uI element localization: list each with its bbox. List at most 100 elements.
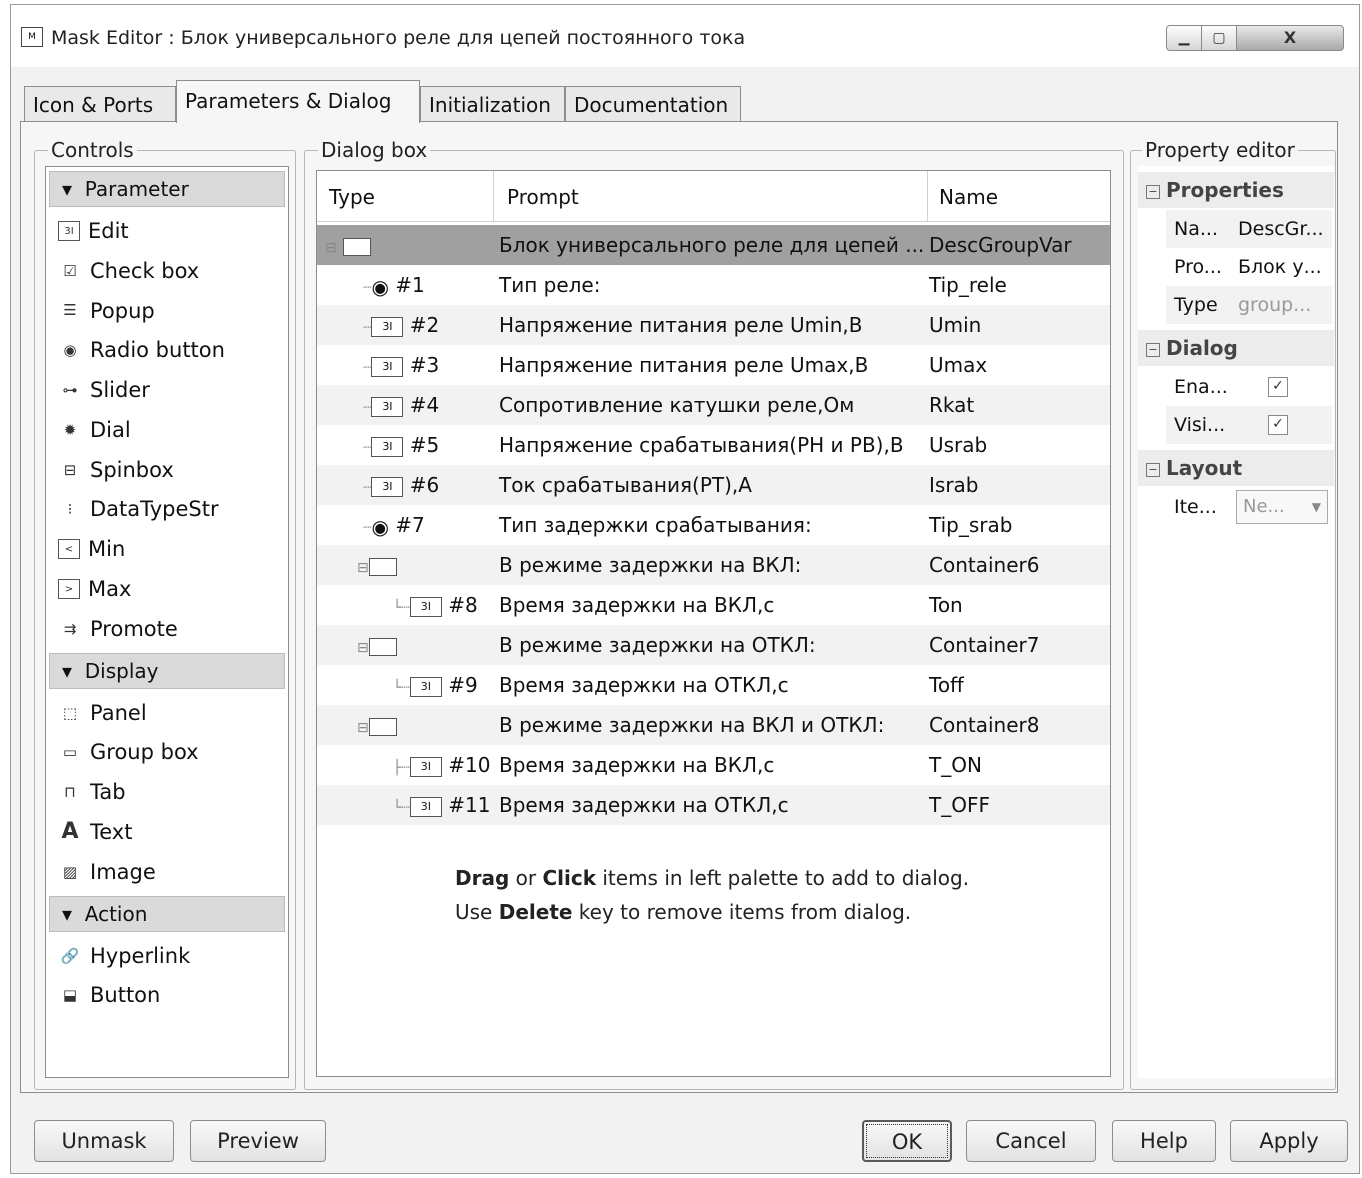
palette-button-label: Button <box>90 983 161 1008</box>
row-name: Container6 <box>929 553 1040 577</box>
row-name: Container8 <box>929 713 1040 737</box>
tree-row[interactable]: ┈ 3I #5 Напряжение срабатывания(РН и РВ),… <box>317 425 1110 465</box>
tree-row[interactable]: ┈ 3I #4 Сопротивление катушки реле,Ом Rka… <box>317 385 1110 425</box>
tab-parameters-dialog[interactable]: Parameters & Dialog <box>176 80 420 123</box>
tab-icon-ports[interactable]: Icon & Ports <box>24 86 176 122</box>
property-row[interactable]: Type group... <box>1166 286 1332 324</box>
palette-max[interactable]: > Max <box>46 569 288 609</box>
tree-row[interactable]: └┈ 3I #9 Время задержки на ОТКЛ,с Toff <box>317 665 1110 705</box>
section-action[interactable]: ▾ Action <box>49 895 285 932</box>
min-icon: < <box>58 539 80 560</box>
palette-hyperlink[interactable]: 🔗 Hyperlink <box>46 936 288 976</box>
ok-button[interactable]: OK <box>862 1120 952 1162</box>
properties-header: Properties <box>1166 178 1284 202</box>
tree-row[interactable]: ⊟ Блок универсального реле для цепей ...… <box>317 225 1110 265</box>
palette-radio-button[interactable]: ◉ Radio button <box>46 330 288 370</box>
close-button[interactable]: X <box>1236 25 1344 51</box>
tab-documentation[interactable]: Documentation <box>565 86 741 122</box>
tree-row[interactable]: └┈ 3I #8 Время задержки на ВКЛ,с Ton <box>317 585 1110 625</box>
tree-row[interactable]: ┈◉ #7 Тип задержки срабатывания: Tip_sra… <box>317 505 1110 545</box>
property-row[interactable]: Pro... Блок у... <box>1166 248 1332 286</box>
palette-tab-label: Tab <box>90 780 126 805</box>
palette-check-box[interactable]: ☑ Check box <box>46 251 288 291</box>
palette-promote[interactable]: ⇉ Promote <box>46 609 288 649</box>
help-button[interactable]: Help <box>1112 1120 1216 1162</box>
section-parameter[interactable]: ▾ Parameter <box>49 171 285 207</box>
property-row[interactable]: Na... DescGr... <box>1166 210 1332 248</box>
tree-row[interactable]: ┈ 3I #3 Напряжение питания реле Umax,В Um… <box>317 345 1110 385</box>
section-parameter-label: Parameter <box>84 177 189 201</box>
dialog-hint: Drag or Click items in left palette to a… <box>455 861 969 929</box>
tree-row[interactable]: ⊟ В режиме задержки на ВКЛ: Container6 <box>317 545 1110 585</box>
palette-radio-button-label: Radio button <box>90 338 225 363</box>
window-title: Mask Editor : Блок универсального реле д… <box>51 27 746 49</box>
row-name: T_OFF <box>929 793 990 817</box>
visible-checkbox[interactable]: ✓ <box>1268 415 1288 435</box>
edit-field-icon: 3I <box>409 756 442 777</box>
max-icon: > <box>58 579 80 600</box>
row-type: #3 <box>409 353 440 377</box>
row-type: #1 <box>395 273 425 297</box>
container-folder-icon <box>368 637 397 656</box>
palette-popup[interactable]: ☰ Popup <box>46 291 288 331</box>
row-name: Toff <box>929 673 964 697</box>
palette-spinbox[interactable]: ⊟ Spinbox <box>46 450 288 490</box>
row-name: DescGroupVar <box>929 233 1072 257</box>
palette-panel[interactable]: ⬚ Panel <box>46 693 288 733</box>
tab-icon: ⊓ <box>64 783 76 802</box>
item-location-dropdown[interactable]: Ne... ▼ <box>1236 490 1328 524</box>
tree-row[interactable]: ┈◉ #1 Тип реле: Tip_rele <box>317 265 1110 305</box>
row-name: Usrab <box>929 433 988 457</box>
palette-datatypestr[interactable]: ⁝ DataTypeStr <box>46 490 288 530</box>
edit-field-icon: 3I <box>371 476 404 497</box>
text-icon: A <box>61 819 79 845</box>
dialog-tree: Type Prompt Name ⊟ Блок универсального р… <box>316 170 1111 1077</box>
palette-tab[interactable]: ⊓ Tab <box>46 772 288 812</box>
row-type: #2 <box>409 313 440 337</box>
tab-initialization[interactable]: Initialization <box>420 86 565 122</box>
tree-row[interactable]: └┈ 3I #11 Время задержки на ОТКЛ,с T_OFF <box>317 785 1110 825</box>
controls-palette: ▾ Parameter 3I Edit ☑ Check box ☰ Popup ◉ Ra… <box>45 166 289 1078</box>
enabled-checkbox[interactable]: ✓ <box>1268 377 1288 397</box>
section-display[interactable]: ▾ Display <box>49 652 285 689</box>
column-prompt[interactable]: Prompt <box>507 185 579 209</box>
apply-button[interactable]: Apply <box>1230 1120 1348 1162</box>
dialog-header: Dialog <box>1166 336 1238 360</box>
cancel-button[interactable]: Cancel <box>966 1120 1096 1162</box>
preview-button[interactable]: Preview <box>190 1120 326 1162</box>
group-folder-icon <box>343 237 372 256</box>
minimize-button[interactable]: ▁ <box>1166 25 1202 51</box>
hint-line1-rest: items in left palette to add to dialog. <box>596 866 970 890</box>
palette-slider-label: Slider <box>90 378 150 403</box>
palette-edit[interactable]: 3I Edit <box>46 211 288 251</box>
layout-section[interactable]: − Layout <box>1138 450 1334 486</box>
palette-spinbox-label: Spinbox <box>90 457 174 482</box>
palette-popup-label: Popup <box>90 298 155 323</box>
properties-section[interactable]: − Properties <box>1138 172 1334 208</box>
dialog-section[interactable]: − Dialog <box>1138 330 1334 366</box>
column-type[interactable]: Type <box>329 185 375 209</box>
slider-icon: ⊶ <box>62 381 78 400</box>
palette-text[interactable]: A Text <box>46 812 288 852</box>
tree-row[interactable]: ┈ 3I #6 Ток срабатывания(РТ),А Israb <box>317 465 1110 505</box>
palette-dial[interactable]: ✹ Dial <box>46 410 288 450</box>
property-key: Pro... <box>1174 256 1222 278</box>
palette-button[interactable]: ⬓ Button <box>46 976 288 1016</box>
tree-row[interactable]: ⊟ В режиме задержки на ОТКЛ: Container7 <box>317 625 1110 665</box>
palette-edit-label: Edit <box>88 218 129 243</box>
palette-slider[interactable]: ⊶ Slider <box>46 370 288 410</box>
palette-min[interactable]: < Min <box>46 529 288 569</box>
palette-image[interactable]: ▨ Image <box>46 852 288 892</box>
palette-group-box[interactable]: ▭ Group box <box>46 733 288 773</box>
unmask-button[interactable]: Unmask <box>34 1120 174 1162</box>
panel-icon: ⬚ <box>62 703 78 722</box>
property-value: Блок у... <box>1238 256 1322 278</box>
column-name[interactable]: Name <box>939 185 998 209</box>
row-prompt: В режиме задержки на ВКЛ и ОТКЛ: <box>499 713 885 737</box>
palette-image-label: Image <box>90 859 156 884</box>
tree-row[interactable]: ⊟ В режиме задержки на ВКЛ и ОТКЛ: Conta… <box>317 705 1110 745</box>
tree-row[interactable]: ┈ 3I #2 Напряжение питания реле Umin,В Um… <box>317 305 1110 345</box>
collapse-icon: − <box>1146 462 1160 477</box>
tree-row[interactable]: ├┈ 3I #10 Время задержки на ВКЛ,с T_ON <box>317 745 1110 785</box>
maximize-button[interactable]: ▢ <box>1201 25 1237 51</box>
